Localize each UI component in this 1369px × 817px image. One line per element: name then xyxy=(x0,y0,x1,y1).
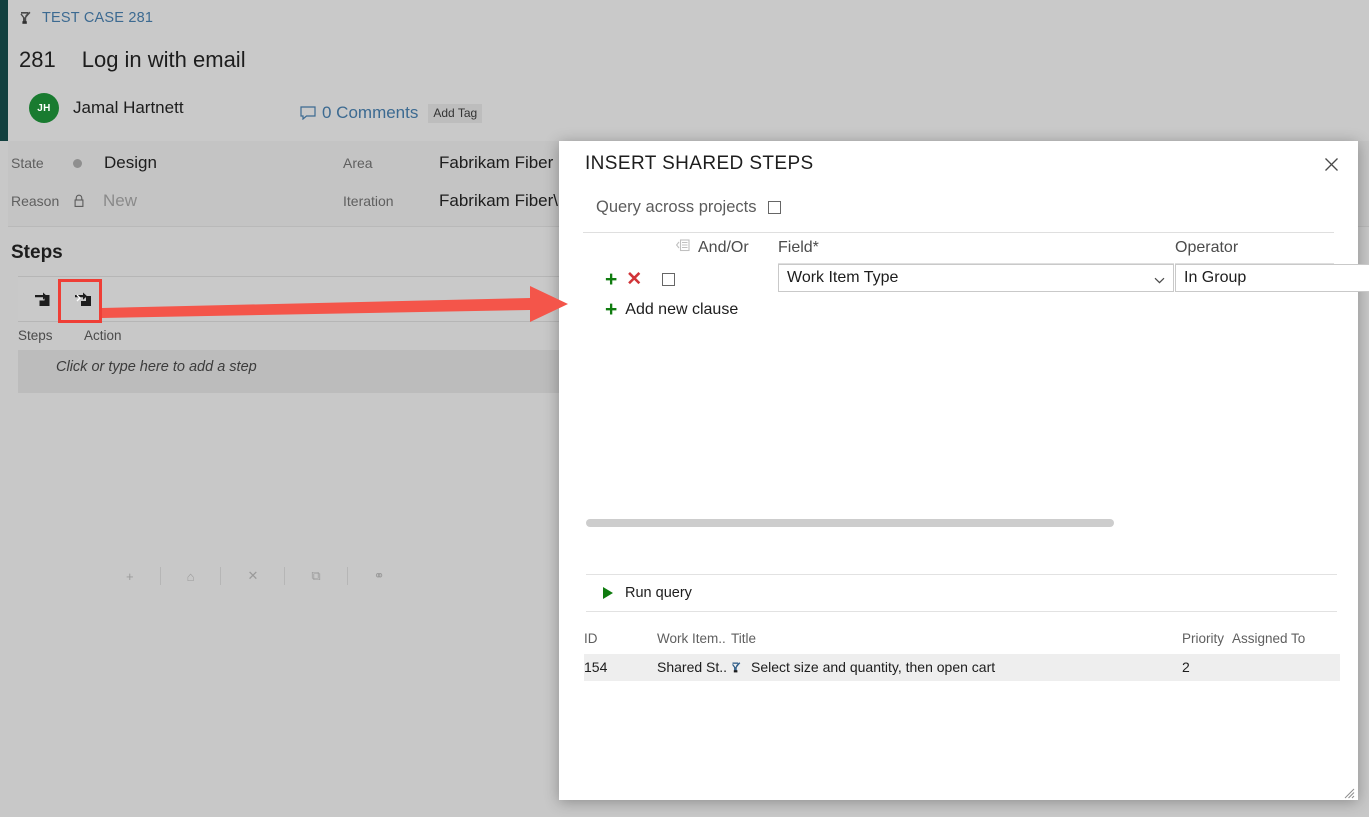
cell-title: Select size and quantity, then open cart xyxy=(751,659,996,675)
steps-column-headers: Steps Action xyxy=(18,328,122,343)
field-reason-label: Reason xyxy=(11,193,60,209)
field-iteration-value[interactable]: Fabrikam Fiber\F xyxy=(439,191,568,211)
toolbar-ghost-delete[interactable]: ✕ xyxy=(247,568,258,584)
add-step-placeholder: Click or type here to add a step xyxy=(56,359,257,375)
query-header-and-or-label: And/Or xyxy=(698,239,749,256)
add-new-clause-button[interactable]: + Add new clause xyxy=(605,299,738,320)
field-area: Area Fabrikam Fiber xyxy=(343,153,553,173)
clause-checkbox[interactable] xyxy=(662,273,676,286)
toolbar-overflow-items[interactable]: + ⌂ ✕ ⧉ ⚭ xyxy=(126,564,586,588)
run-query-bar[interactable]: Run query xyxy=(586,574,1337,612)
resize-grip-icon[interactable] xyxy=(1344,786,1355,799)
avatar[interactable]: JH xyxy=(29,93,59,123)
toolbar-ghost-attach[interactable]: ⌂ xyxy=(187,569,195,584)
field-select[interactable]: Work Item Type xyxy=(778,264,1174,292)
plus-icon: + xyxy=(605,298,618,321)
field-reason: Reason New xyxy=(11,191,137,211)
play-triangle-icon xyxy=(603,587,613,599)
insert-shared-steps-dialog: INSERT SHARED STEPS Query across project… xyxy=(559,141,1369,800)
field-iteration: Iteration Fabrikam Fiber\F xyxy=(343,191,568,211)
close-icon[interactable] xyxy=(1320,153,1342,175)
query-across-projects-label: Query across projects xyxy=(596,198,757,216)
toolbar-divider xyxy=(346,567,348,585)
column-header-id[interactable]: ID xyxy=(584,631,654,646)
field-iteration-label: Iteration xyxy=(343,193,394,209)
breadcrumb-label: TEST CASE 281 xyxy=(42,10,154,26)
add-new-clause-label: Add new clause xyxy=(625,300,739,318)
toolbar-ghost-copy[interactable]: ⧉ xyxy=(311,568,320,584)
toolbar-divider xyxy=(159,567,161,585)
chevron-down-icon xyxy=(1154,273,1165,284)
scrollbar-thumb[interactable] xyxy=(586,519,1114,527)
delete-x-icon[interactable]: ✕ xyxy=(626,270,642,289)
work-item-title-row: 281 Log in with email xyxy=(19,47,246,73)
query-header-field: Field* xyxy=(778,239,819,256)
accent-strip xyxy=(0,0,8,141)
toolbar-ghost-link[interactable]: ⚭ xyxy=(374,568,385,584)
column-header-assigned-to[interactable]: Assigned To xyxy=(1232,631,1332,646)
query-header-operator: Operator xyxy=(1175,239,1239,256)
insert-step-icon[interactable] xyxy=(25,282,59,316)
screen-root: TEST CASE 281 281 Log in with email JH J… xyxy=(0,0,1369,817)
toolbar-divider xyxy=(220,567,222,585)
cell-work-item-type: Shared St... xyxy=(657,659,727,675)
plus-icon[interactable]: + xyxy=(605,269,617,290)
operator-select[interactable]: In Group xyxy=(1175,264,1369,292)
query-across-projects-row[interactable]: Query across projects xyxy=(596,198,782,217)
results-grid-header: ID Work Item... Title Priority Assigned … xyxy=(584,627,1340,654)
results-grid: ID Work Item... Title Priority Assigned … xyxy=(584,627,1340,681)
comments-group: 0 Comments Add Tag xyxy=(300,103,483,123)
query-across-projects-checkbox[interactable] xyxy=(768,201,782,214)
comments-link[interactable]: 0 Comments xyxy=(322,103,418,123)
column-header-work-item-type[interactable]: Work Item... xyxy=(657,631,727,646)
breadcrumb[interactable]: TEST CASE 281 xyxy=(19,10,153,26)
field-state: State Design xyxy=(11,153,157,173)
state-dot-icon xyxy=(73,158,82,168)
comment-bubble-icon xyxy=(300,106,316,121)
group-clauses-icon[interactable] xyxy=(675,239,690,257)
field-state-value[interactable]: Design xyxy=(104,153,157,173)
toolbar-divider xyxy=(284,567,286,585)
cell-id: 154 xyxy=(584,659,608,675)
table-row[interactable]: 154 Shared St... Select size and quantit… xyxy=(584,654,1340,681)
lock-icon xyxy=(73,194,85,208)
operator-select-value: In Group xyxy=(1184,269,1247,286)
steps-column-header-steps: Steps xyxy=(18,328,53,343)
work-item-id: 281 xyxy=(19,47,56,72)
author-name: Jamal Hartnett xyxy=(73,98,184,117)
steps-column-header-action: Action xyxy=(84,328,122,343)
work-item-author-block: JH Jamal Hartnett xyxy=(29,93,184,123)
field-area-label: Area xyxy=(343,155,373,171)
query-builder-top-divider xyxy=(583,232,1334,233)
field-reason-value: New xyxy=(103,191,138,210)
toolbar-ghost-plus[interactable]: + xyxy=(126,569,134,584)
dialog-title: INSERT SHARED STEPS xyxy=(585,153,814,174)
cell-priority: 2 xyxy=(1182,659,1190,675)
shared-steps-icon xyxy=(731,661,745,678)
field-select-value: Work Item Type xyxy=(787,269,899,286)
test-case-icon xyxy=(19,10,35,26)
work-item-header: TEST CASE 281 281 Log in with email JH J… xyxy=(8,0,1369,141)
add-tag-button[interactable]: Add Tag xyxy=(428,103,483,123)
query-builder-horizontal-scrollbar[interactable] xyxy=(586,519,1337,527)
query-clause-row: + ✕ xyxy=(605,269,676,290)
query-header-and-or: And/Or xyxy=(675,239,749,257)
work-item-title[interactable]: Log in with email xyxy=(82,47,246,73)
steps-heading: Steps xyxy=(11,242,63,263)
field-area-value[interactable]: Fabrikam Fiber xyxy=(439,153,553,173)
run-query-label: Run query xyxy=(625,585,692,601)
field-state-label: State xyxy=(11,155,44,171)
highlight-box-insert-shared-steps xyxy=(58,279,102,323)
